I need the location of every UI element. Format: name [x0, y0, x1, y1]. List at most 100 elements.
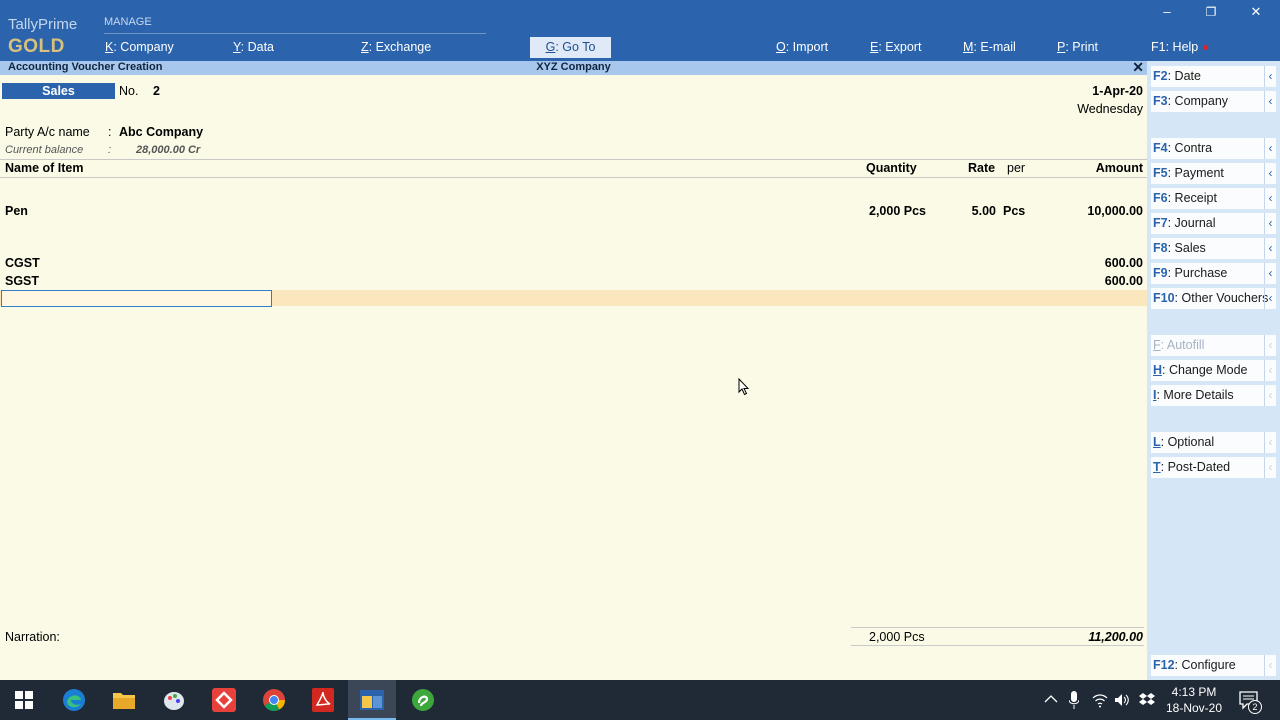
- tax-amount-cgst[interactable]: 600.00: [1105, 256, 1143, 270]
- button-configure[interactable]: F12: Configure ‹: [1151, 655, 1276, 676]
- chevron-left-icon[interactable]: ‹: [1264, 360, 1276, 381]
- voucher-no-value[interactable]: 2: [153, 84, 160, 98]
- chevron-up-icon[interactable]: [1044, 694, 1058, 704]
- edge-browser-icon[interactable]: [62, 688, 86, 712]
- column-header-rate: Rate: [968, 161, 996, 175]
- volume-icon[interactable]: [1114, 692, 1130, 708]
- chevron-left-icon[interactable]: ‹: [1264, 263, 1276, 284]
- voucher-day: Wednesday: [1077, 102, 1143, 116]
- menu-exchange[interactable]: Z: Exchange: [361, 40, 431, 54]
- voucher-date[interactable]: 1-Apr-20: [1092, 84, 1143, 98]
- chevron-left-icon: ‹: [1264, 335, 1276, 356]
- button-optional[interactable]: L: Optional ‹: [1151, 432, 1276, 453]
- voucher-type[interactable]: Sales: [2, 83, 115, 99]
- button-sales[interactable]: F8: Sales ‹: [1151, 238, 1276, 259]
- chevron-left-icon[interactable]: ‹: [1264, 213, 1276, 234]
- green-app-icon[interactable]: [411, 688, 435, 712]
- button-contra[interactable]: F4: Contra ‹: [1151, 138, 1276, 159]
- button-company[interactable]: F3: Company ‹: [1151, 91, 1276, 112]
- brand-edition: GOLD: [8, 36, 65, 57]
- chevron-left-icon[interactable]: ‹: [1264, 91, 1276, 112]
- chevron-left-icon[interactable]: ‹: [1264, 288, 1276, 309]
- button-journal[interactable]: F7: Journal ‹: [1151, 213, 1276, 234]
- manage-divider: [104, 33, 486, 34]
- chevron-left-icon[interactable]: ‹: [1264, 457, 1276, 478]
- file-explorer-icon[interactable]: [112, 689, 136, 711]
- chevron-left-icon[interactable]: ‹: [1264, 188, 1276, 209]
- help-notification-dot: [1203, 45, 1209, 51]
- column-header-item: Name of Item: [5, 161, 84, 175]
- menu-import[interactable]: O: Import: [776, 40, 828, 54]
- windows-start-icon[interactable]: [15, 691, 33, 709]
- button-purchase[interactable]: F9: Purchase ‹: [1151, 263, 1276, 284]
- brand-name: TallyPrime: [8, 16, 78, 33]
- item-per[interactable]: Pcs: [1003, 204, 1025, 218]
- total-amount: 11,200.00: [1088, 630, 1143, 644]
- button-change-mode[interactable]: H: Change Mode ‹: [1151, 360, 1276, 381]
- dropbox-icon[interactable]: [1139, 692, 1155, 708]
- minimize-icon[interactable]: –: [1157, 4, 1177, 19]
- microphone-icon[interactable]: [1069, 691, 1079, 709]
- close-screen-icon[interactable]: ✕: [1132, 59, 1144, 76]
- balance-colon: :: [108, 144, 112, 156]
- close-window-icon[interactable]: ✕: [1246, 4, 1266, 20]
- tax-ledger-sgst[interactable]: SGST: [5, 274, 39, 288]
- total-divider-bottom: [851, 645, 1144, 646]
- item-name[interactable]: Pen: [5, 204, 28, 218]
- header-divider-top: [0, 159, 1147, 160]
- chevron-left-icon[interactable]: ‹: [1264, 66, 1276, 87]
- restore-icon[interactable]: ❐: [1201, 5, 1221, 19]
- company-name: XYZ Company: [536, 61, 611, 73]
- total-quantity: 2,000 Pcs: [869, 630, 925, 644]
- windows-taskbar: 4:13 PM 18-Nov-20 2: [0, 680, 1280, 720]
- button-more-details[interactable]: I: More Details ‹: [1151, 385, 1276, 406]
- column-header-quantity: Quantity: [866, 161, 917, 175]
- button-other-vouchers[interactable]: F10: Other Vouchers ‹: [1151, 288, 1276, 309]
- item-amount[interactable]: 10,000.00: [1087, 204, 1143, 218]
- clock-date: 18-Nov-20: [1165, 701, 1223, 715]
- item-rate[interactable]: 5.00: [940, 204, 996, 218]
- notification-count-badge: 2: [1248, 700, 1262, 714]
- party-colon: :: [108, 125, 112, 139]
- balance-label: Current balance: [5, 144, 84, 156]
- voucher-area: Sales No. 2 1-Apr-20 Wednesday Party A/c…: [0, 75, 1147, 680]
- tax-amount-sgst[interactable]: 600.00: [1105, 274, 1143, 288]
- paint-app-icon[interactable]: [162, 688, 186, 712]
- menu-data[interactable]: Y: Data: [233, 40, 274, 54]
- total-divider: [851, 627, 1144, 628]
- chevron-left-icon[interactable]: ‹: [1264, 432, 1276, 453]
- tax-ledger-cgst[interactable]: CGST: [5, 256, 40, 270]
- narration-label: Narration:: [5, 630, 60, 644]
- tally-app-icon[interactable]: [360, 688, 384, 712]
- item-quantity[interactable]: 2,000 Pcs: [869, 204, 926, 218]
- column-header-amount: Amount: [1095, 161, 1143, 175]
- chevron-left-icon[interactable]: ‹: [1264, 238, 1276, 259]
- chrome-browser-icon[interactable]: [262, 688, 286, 712]
- button-receipt[interactable]: F6: Receipt ‹: [1151, 188, 1276, 209]
- button-autofill: F: Autofill ‹: [1151, 335, 1276, 356]
- pdf-reader-icon[interactable]: [312, 688, 334, 712]
- mouse-cursor-icon: [738, 378, 750, 396]
- menu-company[interactable]: K: Company: [105, 40, 174, 54]
- menu-email[interactable]: M: E-mail: [963, 40, 1016, 54]
- menu-help[interactable]: F1: Help: [1151, 40, 1209, 54]
- chevron-left-icon[interactable]: ‹: [1264, 655, 1276, 676]
- party-label: Party A/c name: [5, 125, 90, 139]
- menu-export[interactable]: E: Export: [870, 40, 921, 54]
- button-post-dated[interactable]: T: Post-Dated ‹: [1151, 457, 1276, 478]
- button-payment[interactable]: F5: Payment ‹: [1151, 163, 1276, 184]
- chevron-left-icon[interactable]: ‹: [1264, 385, 1276, 406]
- menu-go-to[interactable]: G: Go To: [530, 37, 611, 58]
- button-bar: F2: Date ‹ F3: Company ‹ F4: Contra ‹ F5: P…: [1147, 61, 1280, 680]
- party-value[interactable]: Abc Company: [119, 125, 203, 139]
- anydesk-icon[interactable]: [212, 688, 236, 712]
- ledger-entry-input[interactable]: [1, 290, 272, 307]
- menu-print[interactable]: P: Print: [1057, 40, 1098, 54]
- chevron-left-icon[interactable]: ‹: [1264, 163, 1276, 184]
- button-date[interactable]: F2: Date ‹: [1151, 66, 1276, 87]
- chevron-left-icon[interactable]: ‹: [1264, 138, 1276, 159]
- taskbar-clock[interactable]: 4:13 PM 18-Nov-20: [1163, 684, 1225, 716]
- wifi-icon[interactable]: [1092, 692, 1108, 708]
- voucher-no-label: No.: [119, 84, 139, 98]
- top-menu-bar: TallyPrime GOLD MANAGE K: Company Y: Dat…: [0, 0, 1280, 61]
